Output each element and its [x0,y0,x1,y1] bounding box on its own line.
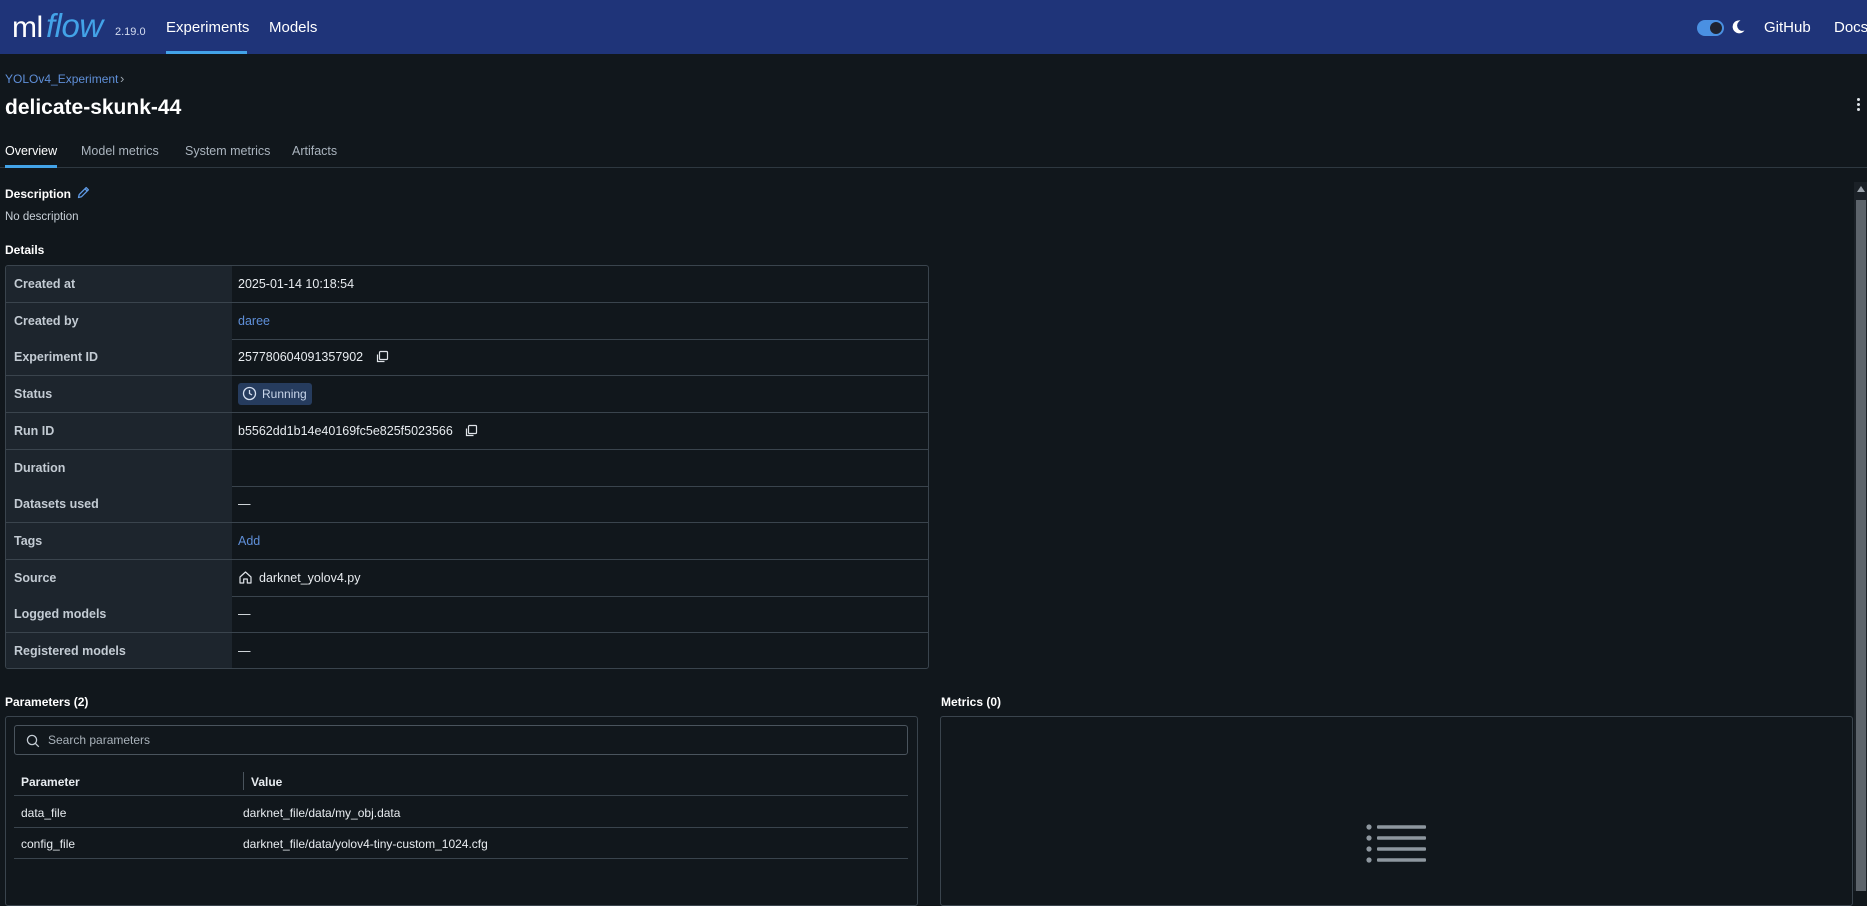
more-options-icon[interactable] [1855,98,1861,114]
clock-icon [242,387,257,401]
nav-models[interactable]: Models [269,19,317,36]
nav-docs[interactable]: Docs [1834,19,1867,36]
detail-value-created-at: 2025-01-14 10:18:54 [238,277,355,291]
scroll-up-arrow-icon[interactable] [1857,186,1865,192]
detail-key: Run ID [6,412,232,449]
details-label: Details [5,243,45,257]
detail-row-status: Status Running [6,376,928,414]
detail-value-experiment-id: 257780604091357902 [238,339,389,375]
parameters-panel: Parameter Value data_file darknet_file/d… [5,716,918,906]
parameters-label: Parameters (2) [5,695,89,709]
detail-value-status: Running [238,376,312,412]
nav-active-indicator [166,51,247,54]
parameter-name: data_file [21,806,67,820]
top-navbar: ml flow 2.19.0 Experiments Models GitHub… [0,0,1867,54]
parameter-name: config_file [21,837,76,851]
detail-value-logged-models: — [238,607,251,622]
detail-key: Logged models [6,596,232,633]
search-parameters-input[interactable] [48,731,888,749]
detail-key: Created at [6,266,232,302]
parameters-table-header: Parameter Value [14,767,908,796]
detail-row-created-at: Created at 2025-01-14 10:18:54 [6,266,928,303]
metrics-panel [940,716,1853,906]
description-text: No description [5,211,79,223]
source-file-text: darknet_yolov4.py [259,570,361,585]
search-parameters-box[interactable] [14,725,908,755]
detail-row-duration: Duration [6,449,928,487]
detail-row-logged-models: Logged models — [6,596,928,634]
toggle-knob [1710,22,1722,34]
add-tag-link[interactable]: Add [238,523,260,559]
detail-value-registered-models: — [238,644,251,658]
table-row: config_file darknet_file/data/yolov4-tin… [14,828,908,859]
detail-value-source[interactable]: darknet_yolov4.py [238,560,360,596]
list-icon [1366,824,1426,863]
detail-row-registered-models: Registered models — [6,633,928,668]
table-row: data_file darknet_file/data/my_obj.data [14,797,908,828]
nav-experiments[interactable]: Experiments [166,19,249,36]
parameter-value: darknet_file/data/my_obj.data [243,806,401,820]
theme-toggle[interactable] [1697,20,1724,36]
copy-icon[interactable] [464,424,478,438]
detail-key: Created by [6,302,232,339]
detail-key: Registered models [6,633,232,668]
detail-row-source: Source darknet_yolov4.py [6,559,928,597]
parameter-value: darknet_file/data/yolov4-tiny-custom_102… [243,837,488,851]
detail-key: Duration [6,449,232,486]
tab-model-metrics[interactable]: Model metrics [81,144,159,158]
run-tabs: Overview Model metrics System metrics Ar… [0,140,1867,168]
copy-icon[interactable] [375,350,389,364]
detail-row-created-by: Created by daree [6,302,928,340]
tab-active-indicator [5,165,57,168]
logo-flow-text: flow [46,7,103,44]
tab-overview[interactable]: Overview [5,144,57,158]
scrollbar-thumb[interactable] [1856,200,1866,891]
column-header-value[interactable]: Value [251,775,282,789]
detail-key: Source [6,559,232,596]
tab-artifacts[interactable]: Artifacts [292,144,337,158]
logo-ml-text: ml [12,11,43,44]
detail-row-experiment-id: Experiment ID 257780604091357902 [6,339,928,377]
detail-value-datasets-used: — [238,497,251,512]
status-text: Running [262,387,307,402]
nav-github[interactable]: GitHub [1764,19,1811,36]
detail-key: Status [6,376,232,413]
pencil-icon[interactable] [76,185,91,200]
metrics-label: Metrics (0) [941,695,1002,709]
created-by-user-link[interactable]: daree [238,303,270,339]
column-header-parameter[interactable]: Parameter [21,775,80,789]
column-divider[interactable] [243,772,244,790]
details-table: Created at 2025-01-14 10:18:54 Created b… [5,265,929,669]
detail-key: Tags [6,522,232,559]
detail-row-tags: Tags Add [6,522,928,560]
detail-key: Datasets used [6,486,232,523]
version-label: 2.19.0 [115,26,146,38]
detail-key: Experiment ID [6,339,232,376]
description-label: Description [5,187,72,201]
tab-system-metrics[interactable]: System metrics [185,144,270,158]
status-badge: Running [238,383,312,406]
chevron-right-icon: › [120,71,125,86]
page-title: delicate-skunk-44 [5,96,182,119]
home-icon [239,571,252,584]
moon-icon [1732,20,1745,34]
breadcrumb-experiment-link[interactable]: YOLOv4_Experiment [5,72,118,86]
detail-value-run-id: b5562dd1b14e40169fc5e825f5023566 [238,413,478,449]
search-icon [26,734,40,748]
detail-row-datasets-used: Datasets used — [6,486,928,524]
run-id-text: b5562dd1b14e40169fc5e825f5023566 [238,423,453,438]
detail-row-run-id: Run ID b5562dd1b14e40169fc5e825f5023566 [6,412,928,450]
experiment-id-text: 257780604091357902 [238,350,364,365]
